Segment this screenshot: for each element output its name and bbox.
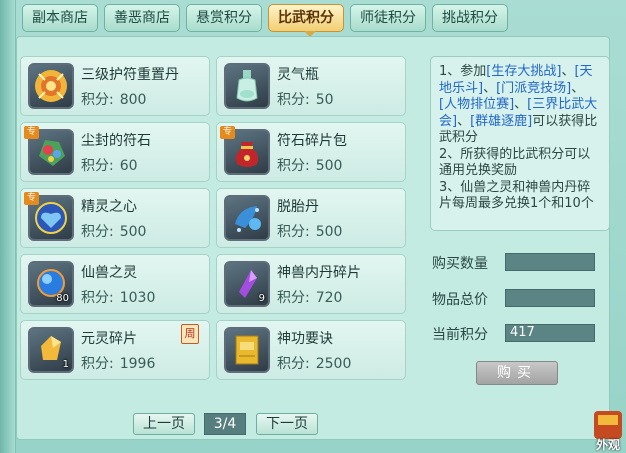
item-card[interactable]: 1 元灵碎片 积分: 1996 周 (20, 320, 210, 380)
item-count: 9 (258, 293, 265, 304)
item-name: 精灵之心 (81, 199, 137, 215)
item-price: 积分: 800 (81, 92, 147, 108)
quantity-input[interactable] (505, 253, 595, 271)
item-card[interactable]: 80 仙兽之灵 积分: 1030 (20, 254, 210, 314)
item-card[interactable]: 三级护符重置丹 积分: 800 (20, 56, 210, 116)
purple-crystal-icon: 9 (224, 261, 270, 307)
blue-orb-icon: 80 (28, 261, 74, 307)
item-card[interactable]: 专 精灵之心 积分: 500 (20, 188, 210, 248)
tab-karma-shop[interactable]: 善恶商店 (104, 4, 180, 32)
item-price: 积分: 50 (277, 92, 334, 108)
item-name: 神兽内丹碎片 (277, 265, 361, 281)
item-card[interactable]: 专 尘封的符石 积分: 60 (20, 122, 210, 182)
current-points-value: 417 (505, 324, 595, 342)
item-card[interactable]: 灵气瓶 积分: 50 (216, 56, 406, 116)
item-price: 积分: 500 (277, 224, 343, 240)
exclusive-badge: 专 (24, 192, 39, 205)
item-price: 积分: 1030 (81, 290, 156, 306)
info-line-1: 1、参加[生存大挑战]、[天地乐斗]、[门派竞技场]、[人物排位赛]、[三界比武… (439, 64, 598, 145)
item-name: 仙兽之灵 (81, 265, 137, 281)
spirit-bottle-icon (224, 63, 270, 109)
tab-arena-points[interactable]: 比武积分 (268, 4, 344, 32)
item-name: 三级护符重置丹 (81, 67, 179, 83)
gold-talisman-icon (28, 63, 74, 109)
page-indicator: 3/4 (204, 413, 246, 435)
item-count: 1 (62, 359, 69, 370)
item-price: 积分: 60 (81, 158, 138, 174)
left-border-decoration (0, 0, 16, 453)
item-count: 80 (56, 293, 69, 304)
tab-challenge-points[interactable]: 挑战积分 (432, 4, 508, 32)
link-sect-arena[interactable]: [门派竞技场] (496, 81, 571, 96)
item-card[interactable]: 专 符石碎片包 积分: 500 (216, 122, 406, 182)
tab-dungeon-shop[interactable]: 副本商店 (22, 4, 98, 32)
item-name: 元灵碎片 (81, 331, 137, 347)
info-line-2: 2、所获得的比武积分可以通用兑换奖励 (439, 146, 591, 179)
exclusive-badge: 专 (24, 126, 39, 139)
item-price: 积分: 500 (81, 224, 147, 240)
item-price: 积分: 2500 (277, 356, 352, 372)
tab-mentor-points[interactable]: 师徒积分 (350, 4, 426, 32)
link-ranking-match[interactable]: [人物排位赛] (439, 97, 514, 112)
rebirth-pill-icon (224, 195, 270, 241)
next-page-button[interactable]: 下一页 (256, 413, 318, 435)
item-card[interactable]: 脱胎丹 积分: 500 (216, 188, 406, 248)
gold-fragment-icon: 1 (28, 327, 74, 373)
tab-bar: 副本商店 善恶商店 悬赏积分 比武积分 师徒积分 挑战积分 (22, 4, 508, 32)
item-card[interactable]: 神功要诀 积分: 2500 (216, 320, 406, 380)
link-heroes-contest[interactable]: [群雄逐鹿] (470, 114, 532, 129)
total-value (505, 289, 595, 307)
prev-page-button[interactable]: 上一页 (133, 413, 195, 435)
item-price: 积分: 500 (277, 158, 343, 174)
item-name: 符石碎片包 (277, 133, 347, 149)
link-survival-challenge[interactable]: [生存大挑战] (486, 64, 561, 79)
info-line-3: 3、仙兽之灵和神兽内丹碎片每周最多兑换1个和10个 (439, 179, 594, 212)
item-name: 神功要诀 (277, 331, 333, 347)
quantity-label: 购买数量 (432, 256, 488, 272)
total-label: 物品总价 (432, 292, 488, 308)
buy-button[interactable]: 购买 (476, 361, 558, 385)
tab-bounty-points[interactable]: 悬赏积分 (186, 4, 262, 32)
item-name: 尘封的符石 (81, 133, 151, 149)
current-points-label: 当前积分 (432, 327, 488, 343)
item-price: 积分: 1996 (81, 356, 156, 372)
item-card[interactable]: 9 神兽内丹碎片 积分: 720 (216, 254, 406, 314)
appearance-corner-button[interactable]: 外观 (590, 401, 626, 453)
corner-label: 外观 (595, 438, 620, 452)
rules-info-box: 1、参加[生存大挑战]、[天地乐斗]、[门派竞技场]、[人物排位赛]、[三界比武… (430, 56, 610, 231)
item-name: 脱胎丹 (277, 199, 319, 215)
item-price: 积分: 720 (277, 290, 343, 306)
item-grid: 三级护符重置丹 积分: 800 灵气瓶 积分: 50 专 尘封的符石 积分: 60 专… (20, 56, 410, 382)
weekly-limit-badge: 周 (181, 324, 199, 344)
exclusive-badge: 专 (220, 126, 235, 139)
item-name: 灵气瓶 (277, 67, 319, 83)
golden-book-icon (224, 327, 270, 373)
